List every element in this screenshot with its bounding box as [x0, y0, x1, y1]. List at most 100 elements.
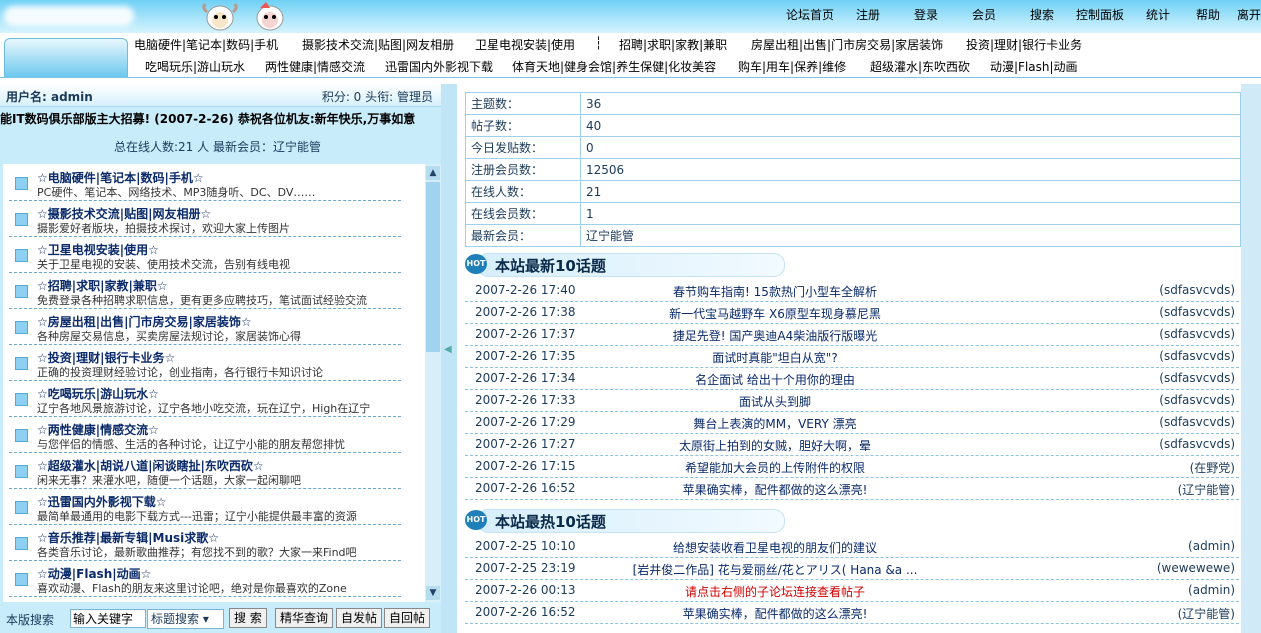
topic-title-link[interactable]: 请点击右侧的子论坛连接查看帖子: [575, 583, 975, 600]
topic-date: 2007-2-25 23:19: [475, 561, 576, 575]
search-button[interactable]: 搜 索: [229, 608, 267, 628]
keyword-input[interactable]: [70, 609, 146, 628]
forum-description: 各类音乐讨论，最新歌曲推荐；有您找不到的歌？大家一来Find吧: [37, 546, 357, 559]
online-summary: 总在线人数:21 人 最新会员：辽宁能管: [114, 140, 321, 154]
topic-author[interactable]: (sdfasvcvds): [1159, 327, 1235, 341]
nav-logout[interactable]: 离开: [1237, 6, 1261, 23]
stats-row: 最新会员： 辽宁能管: [465, 224, 1241, 247]
topic-title-link[interactable]: 苹果确实棒，配件都做的这么漂亮!: [575, 481, 975, 498]
nav-cat-leisure[interactable]: 吃喝玩乐|游山玩水: [145, 58, 245, 75]
topic-author[interactable]: (admin): [1188, 583, 1235, 597]
topic-title-link[interactable]: 面试从头到脚: [575, 393, 975, 410]
home-tab[interactable]: [4, 38, 128, 77]
topic-author[interactable]: (sdfasvcvds): [1159, 371, 1235, 385]
collapse-arrow-icon[interactable]: ◀: [444, 344, 453, 358]
topic-title-link[interactable]: 新一代宝马越野车 X6原型车现身慕尼黑: [575, 305, 975, 322]
nav-control-panel[interactable]: 控制面板: [1076, 6, 1124, 23]
nav-login[interactable]: 登录: [914, 6, 938, 23]
my-replies-button[interactable]: 自回帖: [384, 608, 431, 628]
topic-author[interactable]: (sdfasvcvds): [1159, 305, 1235, 319]
nav-cat-health[interactable]: 两性健康|情感交流: [265, 58, 365, 75]
topic-author[interactable]: (辽宁能管): [1178, 481, 1235, 498]
main-scrollbar[interactable]: [1241, 84, 1261, 633]
forum-description: 闲来无事？来灌水吧，随便一个话题，大家一起闲聊吧: [37, 474, 301, 487]
forum-list-scrollbar[interactable]: ▲ ▼: [425, 164, 441, 602]
topic-title-link[interactable]: 希望能加大会员的上传附件的权限: [575, 459, 975, 476]
forum-item[interactable]: ☆吃喝玩乐|游山玩水☆ 辽宁各地风景旅游讨论，辽宁各地小吃交流，玩在辽宁，High…: [9, 382, 401, 417]
hot-topics-header: HOT 本站最热10话题: [465, 508, 785, 533]
panel-splitter[interactable]: ◀: [441, 84, 457, 633]
nav-cat-housing[interactable]: 房屋出租|出售|门市房交易|家居装饰: [751, 36, 943, 53]
nav-cat-water[interactable]: 超级灌水|东吹西砍: [870, 58, 970, 75]
topic-date: 2007-2-26 17:29: [475, 415, 576, 429]
topic-author[interactable]: (sdfasvcvds): [1159, 349, 1235, 363]
scroll-up-icon[interactable]: ▲: [426, 166, 440, 180]
hot-icon: HOT: [465, 254, 487, 274]
forum-item[interactable]: ☆房屋出租|出售|门市房交易|家居装饰☆ 各种房屋交易信息，买卖房屋法规讨论，家居…: [9, 310, 401, 345]
topic-row: 2007-2-25 10:10 给想安装收看卫星电视的朋友们的建议 (admin): [465, 535, 1239, 558]
nav-search[interactable]: 搜索: [1030, 6, 1054, 23]
nav-cat-movies[interactable]: 迅雷国内外影视下载: [385, 58, 493, 75]
topic-title-link[interactable]: 苹果确实棒，配件都做的这么漂亮!: [575, 605, 975, 622]
nav-cat-photo[interactable]: 摄影技术交流|贴图|网友相册: [302, 36, 454, 53]
topic-date: 2007-2-26 16:52: [475, 605, 576, 619]
nav-cat-finance[interactable]: 投资|理财|银行卡业务: [966, 36, 1082, 53]
my-posts-button[interactable]: 自发帖: [336, 608, 383, 628]
topic-author[interactable]: (sdfasvcvds): [1159, 437, 1235, 451]
stat-label: 今日发贴数：: [465, 136, 581, 159]
topic-author[interactable]: (sdfasvcvds): [1159, 283, 1235, 297]
nav-register[interactable]: 注册: [856, 6, 880, 23]
forum-item[interactable]: ☆音乐推荐|最新专辑|Musi求歌☆ 各类音乐讨论，最新歌曲推荐；有您找不到的歌？…: [9, 526, 401, 561]
topic-row: 2007-2-26 17:35 面试时真能"坦白从宽"? (sdfasvcvds): [465, 345, 1239, 368]
forum-description: 最简单最通用的电影下载方式---迅雷；辽宁小能提供最丰富的资源: [37, 510, 357, 523]
topic-title-link[interactable]: 面试时真能"坦白从宽"?: [575, 349, 975, 366]
scroll-thumb[interactable]: [426, 182, 440, 352]
topic-title-link[interactable]: [岩井俊二作品] 花与爱丽丝/花とアリス( Hana &a ...: [575, 561, 975, 578]
user-points: 积分: 0 头衔: 管理员: [321, 90, 433, 104]
hot-icon: HOT: [465, 510, 487, 530]
nav-cat-cars[interactable]: 购车|用车|保养|维修: [738, 58, 846, 75]
nav-help[interactable]: 帮助: [1196, 6, 1220, 23]
nav-cat-hardware[interactable]: 电脑硬件|笔记本|数码|手机: [134, 36, 278, 53]
stat-value: 21: [580, 180, 1241, 203]
topic-date: 2007-2-25 10:10: [475, 539, 576, 553]
topic-title-link[interactable]: 春节购车指南! 15款热门小型车全解析: [575, 283, 975, 300]
topic-title-link[interactable]: 给想安装收看卫星电视的朋友们的建议: [575, 539, 975, 556]
forum-item[interactable]: ☆卫星电视安装|使用☆ 关于卫星电视的安装、使用技术交流，告别有线电视: [9, 238, 401, 273]
forum-item[interactable]: ☆摄影技术交流|贴图|网友相册☆ 摄影爱好者版块，拍摄技术探讨，欢迎大家上传图片: [9, 202, 401, 237]
nav-stats[interactable]: 统计: [1146, 6, 1170, 23]
nav-members[interactable]: 会员: [972, 6, 996, 23]
stats-row: 在线人数： 21: [465, 180, 1241, 203]
topic-date: 2007-2-26 17:34: [475, 371, 576, 385]
nav-forum-home[interactable]: 论坛首页: [786, 6, 834, 23]
topic-author[interactable]: (wewewewe): [1157, 561, 1235, 575]
forum-item[interactable]: ☆迅雷国内外影视下载☆ 最简单最通用的电影下载方式---迅雷；辽宁小能提供最丰富的…: [9, 490, 401, 525]
topic-title-link[interactable]: 名企面试 给出十个用你的理由: [575, 371, 975, 388]
topic-author[interactable]: (辽宁能管): [1178, 605, 1235, 622]
topic-author[interactable]: (admin): [1188, 539, 1235, 553]
topic-date: 2007-2-26 16:52: [475, 481, 576, 495]
topic-author[interactable]: (sdfasvcvds): [1159, 393, 1235, 407]
forum-item[interactable]: ☆动漫|Flash|动画☆ 喜欢动漫、Flash的朋友来这里讨论吧，绝对是你最喜欢…: [9, 562, 401, 597]
forum-item[interactable]: ☆招聘|求职|家教|兼职☆ 免费登录各种招聘求职信息，更有更多应聘技巧，笔试面试经…: [9, 274, 401, 309]
forum-item[interactable]: ☆电脑硬件|笔记本|数码|手机☆ PC硬件、笔记本、网络技术、MP3随身听、DC、…: [9, 166, 401, 201]
topic-title-link[interactable]: 捷足先登! 国产奥迪A4柴油版行版曝光: [575, 327, 975, 344]
topic-title-link[interactable]: 舞台上表演的MM，VERY 漂亮: [575, 415, 975, 432]
category-nav: 电脑硬件|笔记本|数码|手机 摄影技术交流|贴图|网友相册 卫星电视安装|使用 …: [0, 33, 1261, 78]
latest-topics-title: 本站最新10话题: [495, 257, 606, 275]
nav-cat-anime[interactable]: 动漫|Flash|动画: [990, 58, 1078, 75]
topic-title-link[interactable]: 太原街上拍到的女贼，胆好大啊，晕: [575, 437, 975, 454]
topic-author[interactable]: (在野党): [1190, 459, 1235, 476]
topic-row: 2007-2-25 23:19 [岩井俊二作品] 花与爱丽丝/花とアリス( Han…: [465, 557, 1239, 580]
announcement-marquee[interactable]: 能IT数码俱乐部版主大招募! (2007-2-26) 恭祝各位机友:新年快乐,万…: [0, 110, 441, 128]
forum-item[interactable]: ☆超级灌水|胡说八道|闲谈瞎扯|东吹西砍☆ 闲来无事？来灌水吧，随便一个话题，大家…: [9, 454, 401, 489]
forum-item[interactable]: ☆两性健康|情感交流☆ 与您伴侣的情感、生活的各种讨论，让辽宁小能的朋友帮您排忧: [9, 418, 401, 453]
nav-cat-satellite[interactable]: 卫星电视安装|使用: [475, 36, 575, 53]
nav-cat-jobs[interactable]: 招聘|求职|家教|兼职: [619, 36, 727, 53]
nav-cat-sports[interactable]: 体育天地|健身会馆|养生保健|化妆美容: [512, 58, 716, 75]
scroll-down-icon[interactable]: ▼: [426, 586, 440, 600]
elite-query-button[interactable]: 精华查询: [275, 608, 334, 628]
forum-item[interactable]: ☆投资|理财|银行卡业务☆ 正确的投资理财经验讨论，创业指南，各行银行卡知识讨论: [9, 346, 401, 381]
topic-author[interactable]: (sdfasvcvds): [1159, 415, 1235, 429]
search-type-select[interactable]: 标题搜索 ▾: [147, 609, 224, 629]
